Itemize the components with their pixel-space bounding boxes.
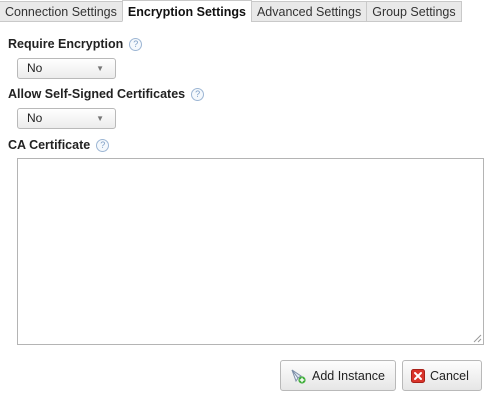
require-encryption-value: No <box>27 61 43 75</box>
cancel-label: Cancel <box>430 368 469 383</box>
allow-self-signed-label: Allow Self-Signed Certificates ? <box>8 87 205 101</box>
help-icon[interactable]: ? <box>191 87 205 101</box>
tab-advanced-settings[interactable]: Advanced Settings <box>250 1 368 22</box>
cancel-button[interactable]: Cancel <box>402 360 482 391</box>
cancel-x-icon <box>411 368 425 383</box>
chevron-down-icon: ▼ <box>96 114 104 123</box>
tab-connection-settings[interactable]: Connection Settings <box>0 1 123 22</box>
allow-self-signed-select[interactable]: No ▼ <box>17 108 116 129</box>
tab-group-settings[interactable]: Group Settings <box>366 1 462 22</box>
add-instance-label: Add Instance <box>312 368 385 383</box>
help-icon[interactable]: ? <box>129 37 143 51</box>
help-icon[interactable]: ? <box>96 138 110 152</box>
ca-certificate-label-text: CA Certificate <box>8 138 91 152</box>
require-encryption-label: Require Encryption ? <box>8 37 143 51</box>
add-instance-icon <box>291 369 306 384</box>
tab-encryption-settings[interactable]: Encryption Settings <box>121 0 252 22</box>
allow-self-signed-value: No <box>27 111 43 125</box>
resize-grip-icon[interactable] <box>473 334 482 343</box>
allow-self-signed-label-text: Allow Self-Signed Certificates <box>8 87 186 101</box>
ca-certificate-textarea[interactable] <box>17 158 484 345</box>
chevron-down-icon: ▼ <box>96 64 104 73</box>
require-encryption-select[interactable]: No ▼ <box>17 58 116 79</box>
ca-certificate-label: CA Certificate ? <box>8 138 110 152</box>
require-encryption-label-text: Require Encryption <box>8 37 124 51</box>
settings-tabs: Connection Settings Encryption Settings … <box>0 0 486 22</box>
add-instance-button[interactable]: Add Instance <box>280 360 396 391</box>
